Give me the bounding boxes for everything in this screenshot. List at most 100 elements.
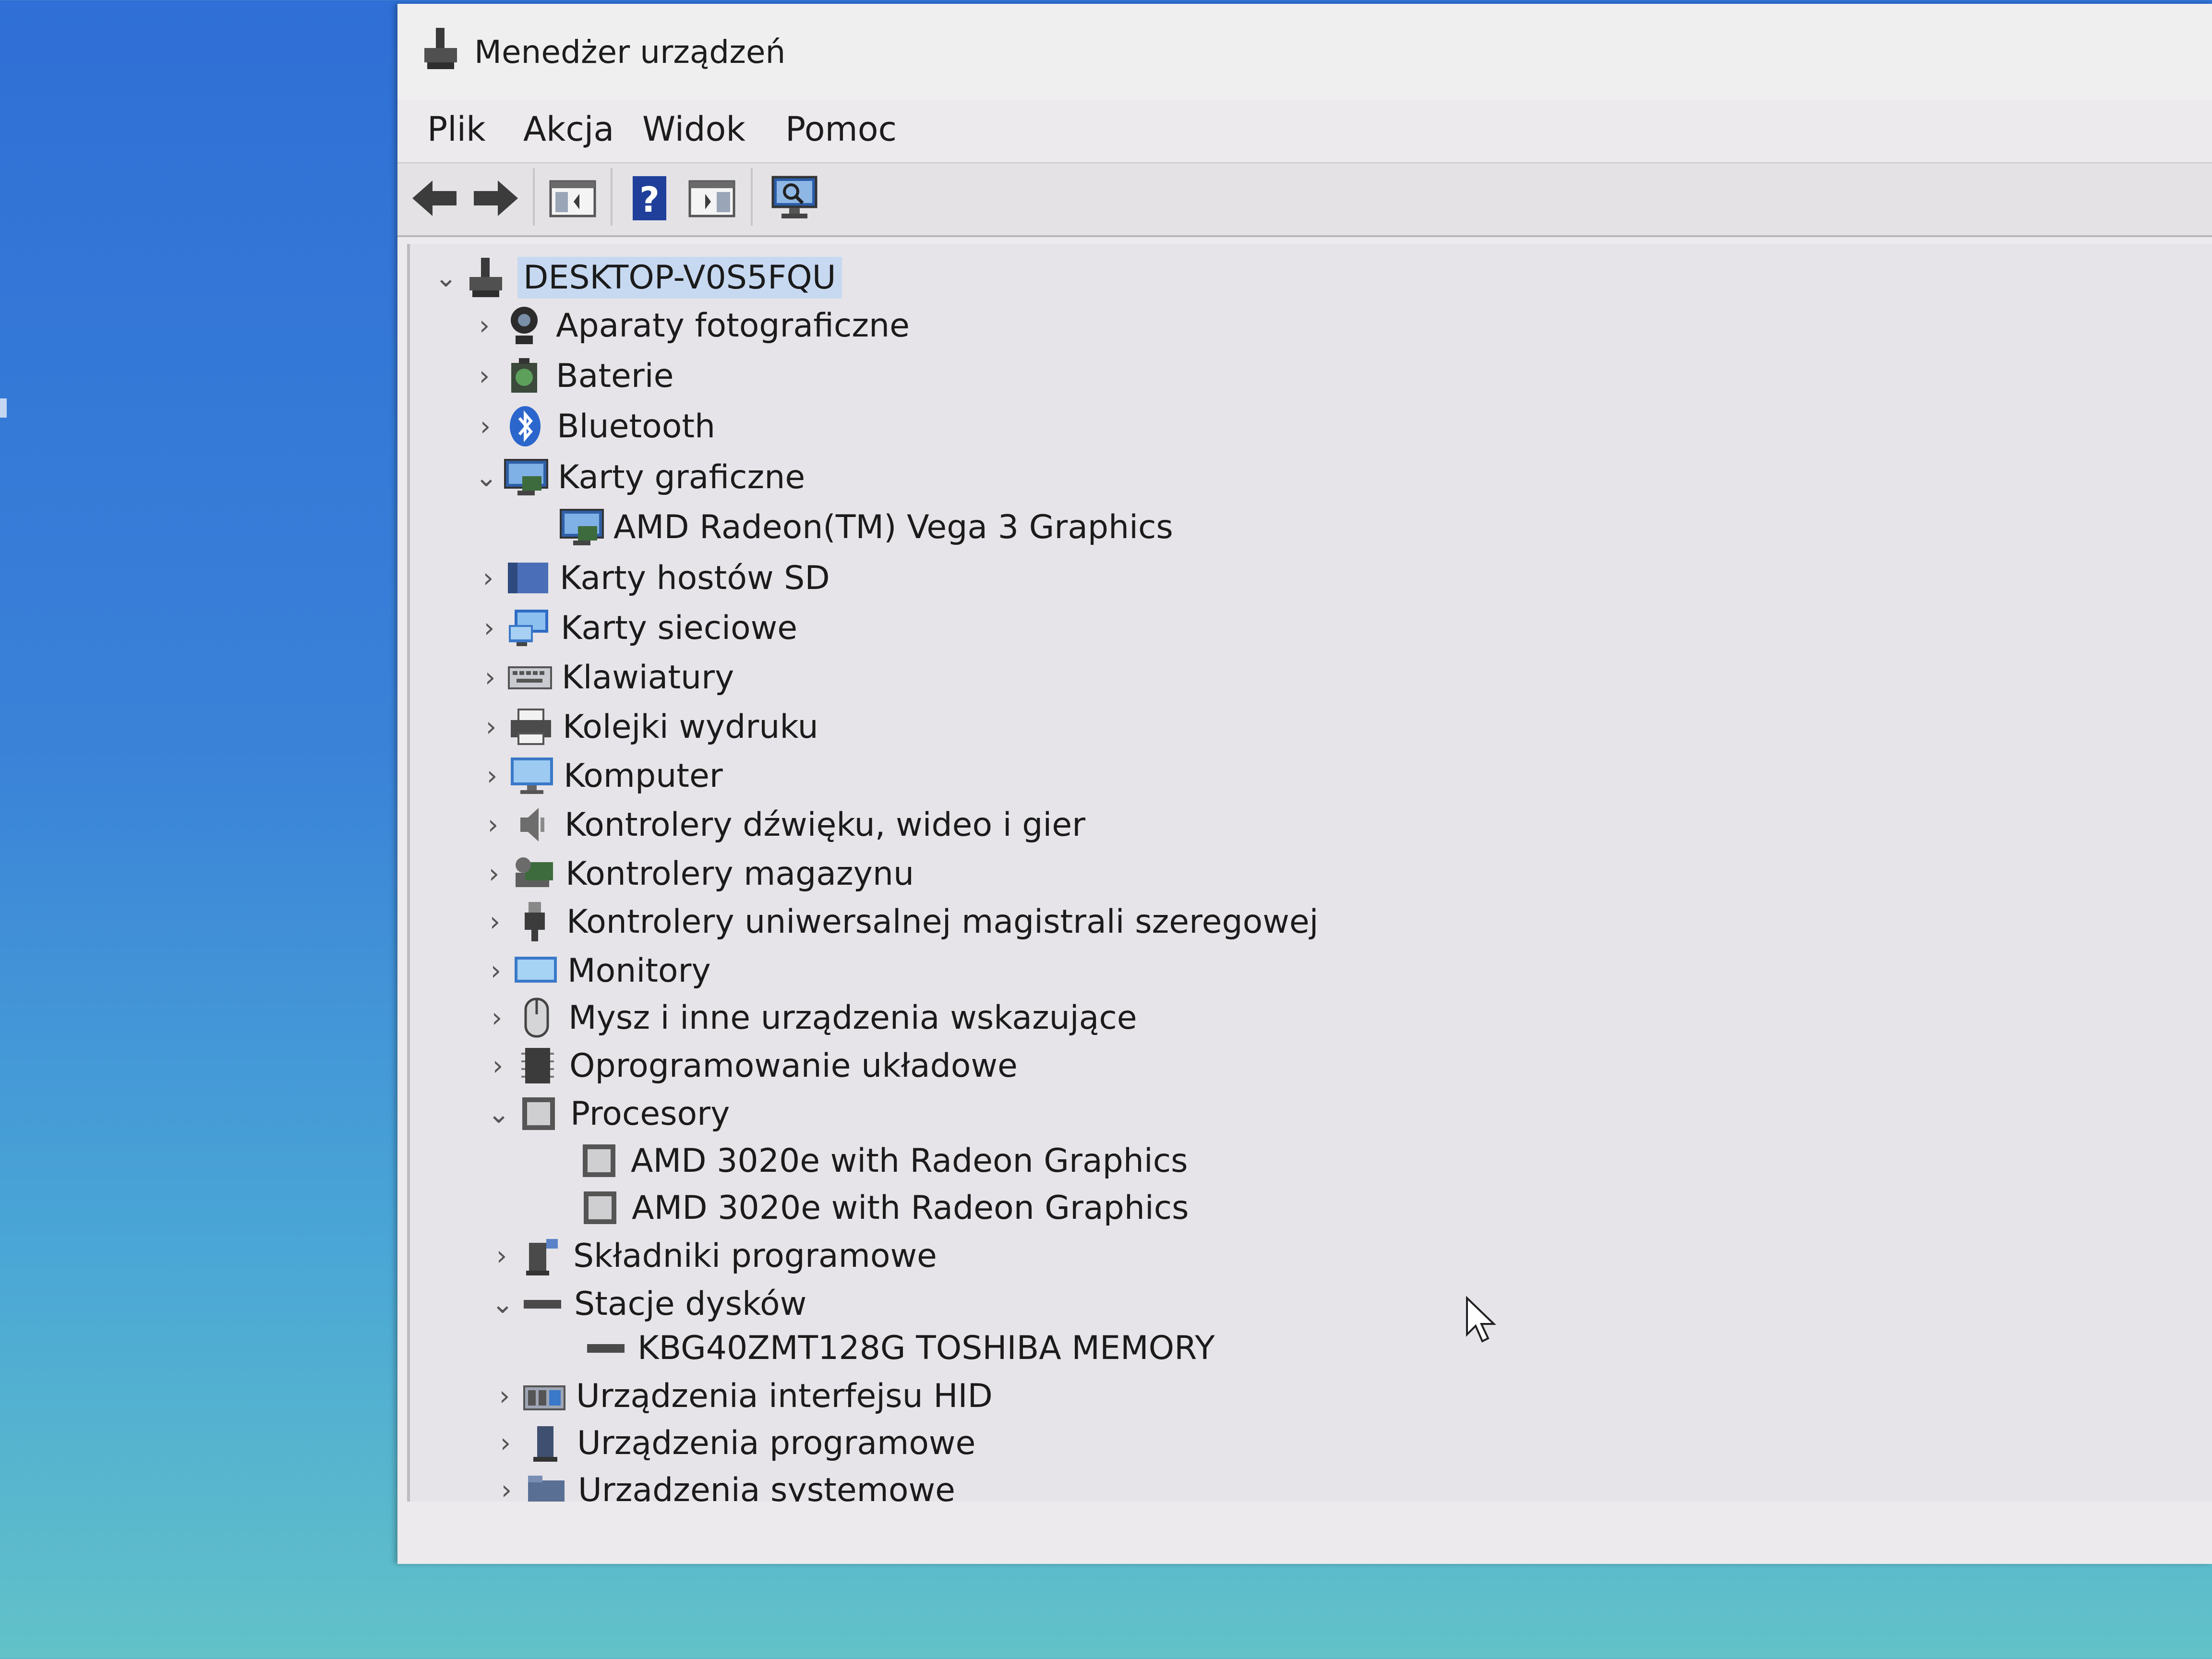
tree-node-label: Urządzenia interfejsu HID (576, 1377, 993, 1415)
chevron-down-icon[interactable]: ⌄ (486, 1287, 519, 1321)
properties-pane-icon (688, 180, 735, 217)
tree-node-sound-video[interactable]: › Kontrolery dźwięku, wideo i gier (476, 801, 1085, 849)
menu-action[interactable]: Akcja (523, 109, 614, 149)
chevron-right-icon[interactable]: › (473, 661, 507, 694)
chevron-right-icon[interactable]: › (488, 1379, 521, 1413)
tree-node-batteries[interactable]: › Baterie (468, 352, 674, 400)
menu-file[interactable]: Plik (427, 109, 486, 149)
chevron-right-icon[interactable]: › (471, 561, 505, 595)
device-tree: ⌄ DESKTOP-V0S5FQU › Aparaty fotograficzn… (407, 244, 2212, 1502)
help-button[interactable]: ? (623, 172, 676, 225)
computer-icon (509, 753, 555, 799)
software-component-icon (518, 1233, 565, 1279)
chevron-right-icon[interactable]: › (477, 857, 511, 890)
back-arrow-icon (412, 180, 457, 216)
chevron-right-icon[interactable]: › (480, 1001, 514, 1034)
tree-node-print-queues[interactable]: › Kolejki wydruku (474, 703, 818, 751)
tree-node-label: Klawiatury (562, 658, 734, 697)
svg-text:?: ? (639, 180, 660, 220)
chevron-right-icon[interactable]: › (479, 954, 513, 987)
disk-drive-icon (583, 1325, 629, 1371)
chevron-right-icon[interactable]: › (478, 905, 512, 938)
tree-leaf-gpu[interactable]: AMD Radeon(TM) Vega 3 Graphics (559, 503, 1173, 551)
bluetooth-icon (502, 403, 548, 449)
tree-node-label: Kontrolery magazynu (565, 854, 914, 893)
chevron-right-icon[interactable]: › (472, 611, 506, 645)
tree-node-computer[interactable]: › Komputer (475, 752, 723, 800)
system-device-icon (523, 1467, 569, 1502)
tree-leaf-label: KBG40ZMT128G TOSHIBA MEMORY (637, 1329, 1215, 1367)
computer-root-icon (463, 254, 509, 301)
printer-icon (508, 704, 554, 750)
tree-node-mice[interactable]: › Mysz i inne urządzenia wskazujące (480, 994, 1137, 1042)
tree-node-cameras[interactable]: › Aparaty fotograficzne (468, 301, 910, 349)
desktop-edge-fragment (0, 398, 7, 418)
tree-node-system-devices[interactable]: › Urządzenia systemowe (490, 1466, 955, 1502)
tree-node-processors[interactable]: ⌄ Procesory (482, 1090, 730, 1138)
tree-leaf-cpu-1[interactable]: AMD 3020e with Radeon Graphics (577, 1184, 1189, 1232)
chevron-right-icon[interactable]: › (489, 1426, 522, 1460)
chevron-down-icon[interactable]: ⌄ (482, 1097, 516, 1130)
tree-node-bluetooth[interactable]: › Bluetooth (469, 402, 715, 450)
chevron-right-icon[interactable]: › (469, 409, 502, 443)
firmware-chip-icon (515, 1043, 561, 1089)
scan-hardware-button[interactable] (768, 172, 821, 225)
tree-node-keyboards[interactable]: › Klawiatury (473, 653, 734, 701)
tree-node-usb-controllers[interactable]: › Kontrolery uniwersalnej magistrali sze… (478, 898, 1319, 946)
tree-leaf-cpu-0[interactable]: AMD 3020e with Radeon Graphics (576, 1137, 1188, 1185)
hid-icon (521, 1373, 567, 1419)
disk-drive-icon (519, 1281, 565, 1327)
toolbar-separator (533, 168, 535, 226)
chevron-right-icon[interactable]: › (474, 710, 508, 744)
tree-node-disk-drives[interactable]: ⌄ Stacje dysków (486, 1280, 807, 1328)
software-device-icon (522, 1420, 568, 1466)
tree-node-storage-controllers[interactable]: › Kontrolery magazynu (477, 850, 914, 898)
chevron-right-icon[interactable]: › (468, 309, 501, 342)
tree-node-label: Składniki programowe (573, 1237, 937, 1275)
storage-controller-icon (511, 851, 557, 897)
tree-node-display-adapters[interactable]: ⌄ Karty graficzne (469, 453, 805, 501)
tree-root[interactable]: ⌄ DESKTOP-V0S5FQU (429, 253, 842, 301)
network-adapter-icon (506, 605, 552, 651)
menu-help[interactable]: Pomoc (785, 109, 897, 149)
tree-node-label: Procesory (570, 1094, 730, 1133)
menu-view[interactable]: Widok (642, 109, 745, 149)
back-button[interactable] (408, 172, 461, 225)
tree-leaf-disk[interactable]: KBG40ZMT128G TOSHIBA MEMORY (583, 1324, 1215, 1372)
tree-node-label: Komputer (564, 757, 723, 795)
tree-node-hid[interactable]: › Urządzenia interfejsu HID (488, 1372, 993, 1420)
tree-node-software-devices[interactable]: › Urządzenia programowe (489, 1419, 976, 1467)
tree-node-label: Mysz i inne urządzenia wskazujące (568, 998, 1137, 1037)
tree-node-monitors[interactable]: › Monitory (479, 947, 711, 995)
chevron-right-icon[interactable]: › (485, 1239, 518, 1273)
tree-root-label: DESKTOP-V0S5FQU (517, 256, 842, 299)
properties-pane-button[interactable] (685, 172, 738, 225)
keyboard-icon (507, 654, 553, 700)
tree-node-label: Urządzenia systemowe (578, 1471, 955, 1502)
chevron-right-icon[interactable]: › (476, 808, 510, 842)
show-hide-tree-button[interactable] (546, 172, 599, 225)
chevron-right-icon[interactable]: › (481, 1049, 515, 1082)
scan-hardware-monitor-icon (771, 176, 817, 218)
monitor-icon (513, 948, 559, 994)
tree-node-label: Urządzenia programowe (577, 1424, 976, 1462)
chevron-down-icon[interactable]: ⌄ (429, 261, 463, 294)
chevron-right-icon[interactable]: › (475, 759, 509, 793)
tree-node-label: Karty graficzne (558, 458, 805, 496)
forward-button[interactable] (469, 172, 522, 225)
tree-node-firmware[interactable]: › Oprogramowanie układowe (481, 1042, 1018, 1090)
chevron-right-icon[interactable]: › (468, 359, 501, 393)
chevron-right-icon[interactable]: › (490, 1473, 523, 1502)
toolbar-separator (611, 168, 613, 226)
tree-node-network[interactable]: › Karty sieciowe (472, 604, 797, 652)
tree-node-sd-hosts[interactable]: › Karty hostów SD (471, 554, 830, 602)
chevron-down-icon[interactable]: ⌄ (469, 460, 503, 494)
tree-node-label: Oprogramowanie układowe (569, 1046, 1018, 1085)
show-hide-console-tree-icon (549, 180, 596, 217)
sd-host-icon (505, 555, 551, 601)
tree-node-label: Karty sieciowe (561, 609, 798, 647)
tree-node-label: Kontrolery dźwięku, wideo i gier (565, 805, 1086, 844)
tree-node-label: Aparaty fotograficzne (556, 306, 910, 345)
tree-node-label: Baterie (556, 357, 674, 395)
tree-node-software-components[interactable]: › Składniki programowe (485, 1232, 937, 1280)
